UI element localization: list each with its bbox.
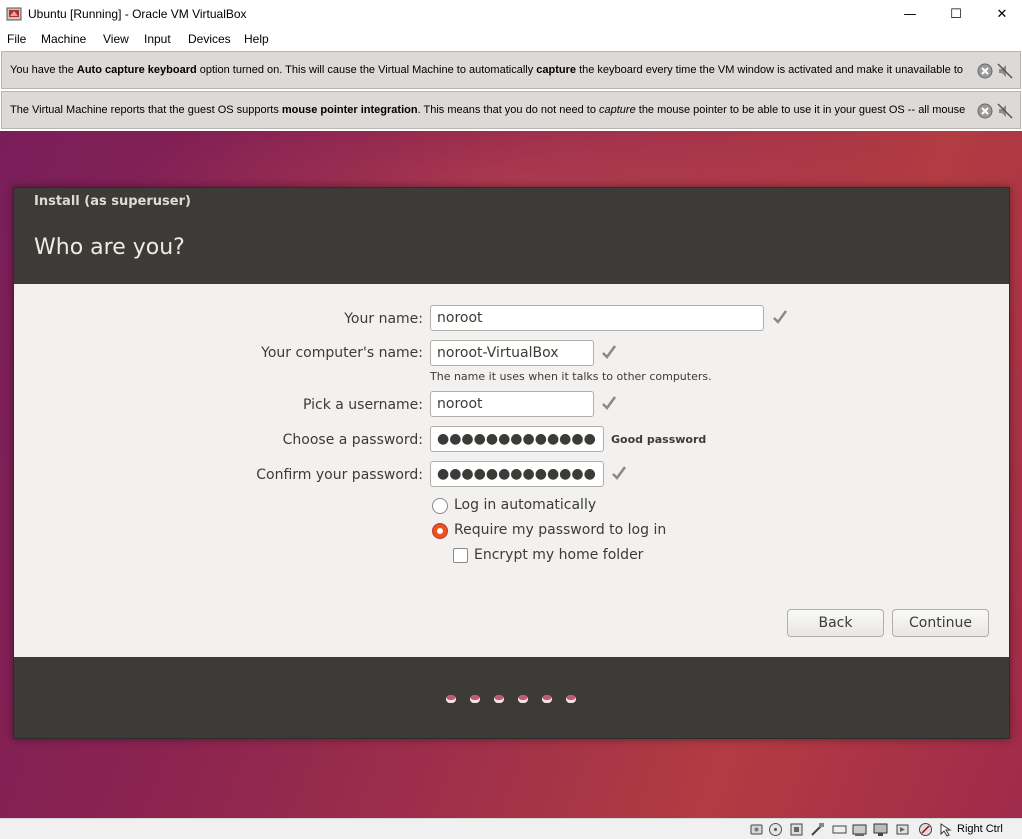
mute-notification-icon[interactable]	[997, 63, 1013, 79]
progress-dot	[518, 695, 528, 703]
notif-text-bold: Auto capture keyboard	[76, 64, 197, 76]
auto-login-label[interactable]: Log in automatically	[454, 497, 596, 513]
notif-text-bold: capture	[536, 64, 577, 76]
notif-text-part: The Virtual Machine reports that the gue…	[10, 104, 282, 116]
notif-text-bold: mouse pointer integration	[281, 104, 418, 116]
close-button[interactable]: ✕	[979, 0, 1022, 29]
password-label: Choose a password:	[282, 432, 423, 448]
notification-auto-capture: You have the Auto capture keyboard optio…	[1, 51, 1021, 89]
virtualbox-app-icon	[6, 7, 22, 21]
progress-dot	[542, 695, 552, 703]
mouse-integration-icon[interactable]	[938, 822, 953, 837]
page-title: Who are you?	[34, 235, 185, 260]
computer-name-input[interactable]: noroot-VirtualBox	[430, 340, 594, 366]
window-titlebar: Ubuntu [Running] - Oracle VM VirtualBox …	[0, 0, 1022, 29]
maximize-button[interactable]: ☐	[933, 0, 979, 29]
usb-icon[interactable]	[832, 822, 847, 837]
installer-window: Install (as superuser) Who are you? Your…	[13, 187, 1010, 739]
menubar: File Machine View Input Devices Help	[0, 29, 1022, 49]
mute-notification-icon[interactable]	[997, 103, 1013, 119]
confirm-password-input[interactable]: ●●●●●●●●●●●●●	[430, 461, 604, 487]
menu-file[interactable]: File	[7, 32, 26, 46]
notif-text-part: You have the	[10, 64, 77, 76]
notif-text-part: the keyboard every time the VM window is…	[576, 64, 964, 76]
vm-display[interactable]: Install (as superuser) Who are you? Your…	[0, 131, 1022, 818]
name-label: Your name:	[344, 311, 423, 327]
encrypt-home-label[interactable]: Encrypt my home folder	[474, 547, 643, 563]
notif-text-part: option turned on. This will cause the Vi…	[196, 64, 537, 76]
installer-window-title: Install (as superuser)	[34, 194, 191, 209]
progress-dot	[470, 695, 480, 703]
checkmark-icon	[602, 396, 617, 410]
progress-dot	[494, 695, 504, 703]
computer-name-hint: The name it uses when it talks to other …	[430, 370, 712, 383]
notification-mouse-integration: The Virtual Machine reports that the gue…	[1, 91, 1021, 129]
installer-header: Install (as superuser) Who are you?	[14, 188, 1009, 284]
checkmark-icon	[602, 345, 617, 359]
computer-name-label: Your computer's name:	[261, 345, 423, 361]
password-strength: Good password	[611, 433, 707, 446]
menu-help[interactable]: Help	[244, 32, 269, 46]
progress-dot	[566, 695, 576, 703]
username-input[interactable]: noroot	[430, 391, 594, 417]
back-button[interactable]: Back	[787, 609, 884, 637]
close-notification-icon[interactable]	[977, 103, 993, 119]
menu-devices[interactable]: Devices	[188, 32, 231, 46]
shared-folders-icon[interactable]	[852, 822, 867, 837]
window-title: Ubuntu [Running] - Oracle VM VirtualBox	[28, 7, 247, 21]
cpu-icon[interactable]	[918, 822, 933, 837]
require-password-label[interactable]: Require my password to log in	[454, 522, 666, 538]
network-icon[interactable]	[810, 822, 825, 837]
optical-drive-icon[interactable]	[768, 822, 783, 837]
auto-login-radio[interactable]	[432, 498, 448, 514]
password-input[interactable]: ●●●●●●●●●●●●●	[430, 426, 604, 452]
notification-text: The Virtual Machine reports that the gue…	[10, 104, 970, 116]
menu-view[interactable]: View	[103, 32, 129, 46]
notif-text-italic: capture	[599, 104, 636, 116]
installer-footer	[14, 657, 1009, 738]
display-icon[interactable]	[873, 822, 888, 837]
notif-text-part: . This means that you do not need to	[417, 104, 599, 116]
notification-text: You have the Auto capture keyboard optio…	[10, 64, 970, 76]
progress-dot	[446, 695, 456, 703]
host-key-label[interactable]: Right Ctrl	[957, 823, 1003, 835]
menu-input[interactable]: Input	[144, 32, 171, 46]
video-capture-icon[interactable]	[895, 822, 910, 837]
name-input[interactable]: noroot	[430, 305, 764, 331]
vm-statusbar: Right Ctrl	[0, 818, 1022, 839]
close-notification-icon[interactable]	[977, 63, 993, 79]
hard-disk-icon[interactable]	[749, 822, 764, 837]
notif-text-part: the mouse pointer to be able to use it i…	[635, 104, 966, 116]
username-label: Pick a username:	[302, 397, 423, 413]
checkmark-icon	[612, 466, 627, 480]
require-password-radio[interactable]	[432, 523, 448, 539]
minimize-button[interactable]: —	[887, 0, 933, 29]
confirm-password-label: Confirm your password:	[256, 467, 423, 483]
checkmark-icon	[773, 310, 788, 324]
audio-icon[interactable]	[789, 822, 804, 837]
menu-machine[interactable]: Machine	[41, 32, 86, 46]
continue-button[interactable]: Continue	[892, 609, 989, 637]
encrypt-home-checkbox[interactable]	[453, 548, 468, 563]
